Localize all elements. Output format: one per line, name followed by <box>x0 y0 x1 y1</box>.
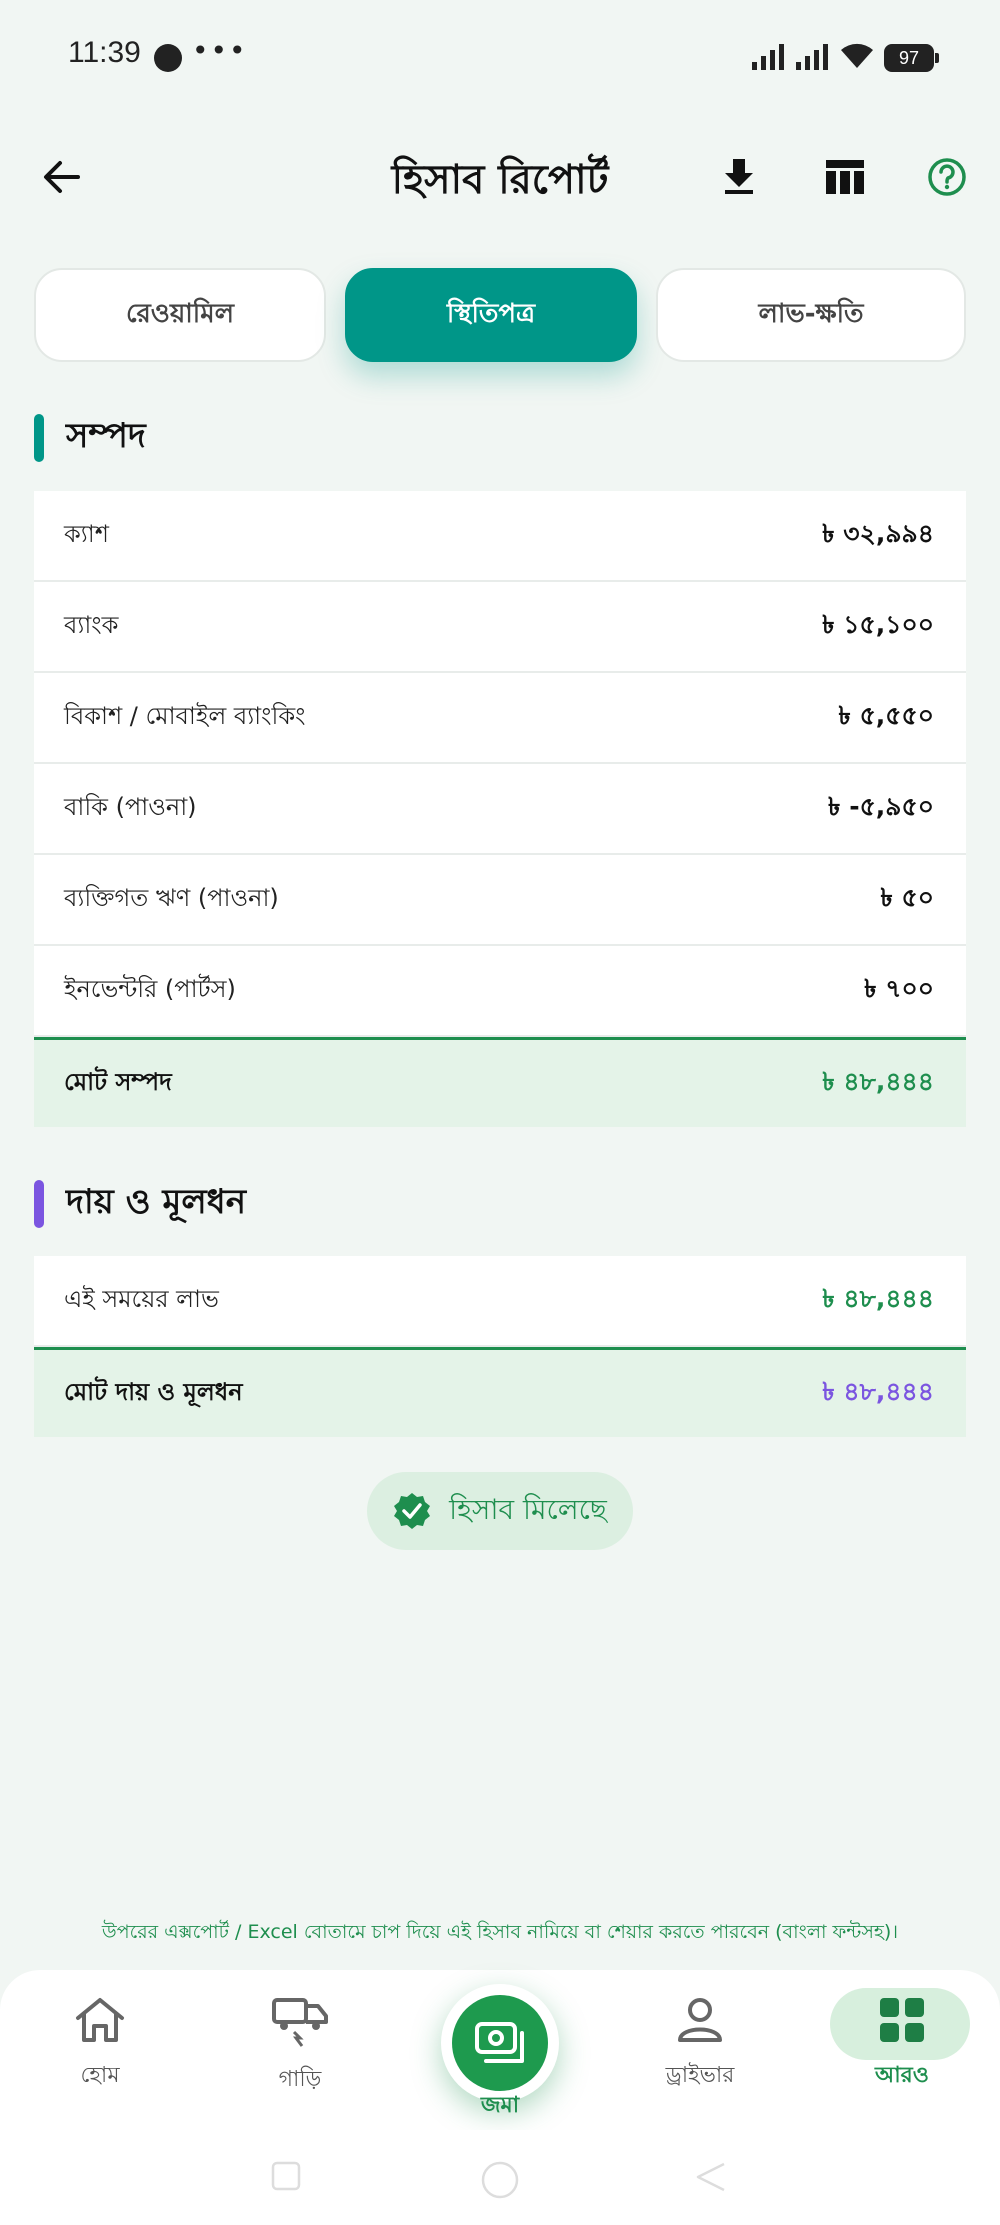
nav-label: ড্রাইভার <box>665 2063 735 2088</box>
app-header: হিসাব রিপোর্ট <box>0 130 1000 220</box>
section-accent-bar <box>34 1180 44 1228</box>
total-value: ৳ ৪৮,৪৪৪ <box>822 1377 934 1406</box>
table-row: এই সময়ের লাভ ৳ ৪৮,৪৪৪ <box>34 1256 966 1347</box>
tab-profit-loss[interactable]: লাভ-ক্ষতি <box>656 268 966 362</box>
back-triangle-icon[interactable] <box>694 2160 728 2194</box>
total-value: ৳ ৪৮,৪৪৪ <box>822 1067 934 1096</box>
row-label: বিকাশ / মোবাইল ব্যাংকিং <box>64 701 306 730</box>
row-value: ৳ ৪৮,৪৪৪ <box>822 1284 934 1313</box>
deposit-label: জমা <box>480 2093 520 2118</box>
help-circle-icon <box>928 158 966 196</box>
row-label: ক্যাশ <box>64 519 109 548</box>
home-circle-icon[interactable] <box>480 2160 520 2200</box>
total-label: মোট সম্পদ <box>64 1067 172 1096</box>
vehicle-icon <box>272 1998 328 2047</box>
liabilities-section-title: দায় ও মূলধন <box>34 1180 246 1228</box>
system-navigation <box>0 2130 1000 2225</box>
nav-vehicles[interactable]: গাড়ি <box>230 1996 370 2106</box>
assets-table: ক্যাশ ৳ ৩২,৯৯৪ ব্যাংক ৳ ১৫,১০০ বিকাশ / ম… <box>34 491 966 1127</box>
report-tabs: রেওয়ামিল স্থিতিপত্র লাভ-ক্ষতি <box>34 268 966 362</box>
row-value: ৳ ৫,৫৫০ <box>838 701 934 730</box>
table-row: ক্যাশ ৳ ৩২,৯৯৪ <box>34 491 966 582</box>
liabilities-table: এই সময়ের লাভ ৳ ৪৮,৪৪৪ মোট দায় ও মূলধন … <box>34 1256 966 1437</box>
nav-driver[interactable]: ড্রাইভার <box>630 1996 770 2106</box>
table-icon <box>826 160 864 194</box>
nav-label: হোম <box>80 2063 120 2088</box>
liabilities-total-row: মোট দায় ও মূলধন ৳ ৪৮,৪৪৪ <box>34 1347 966 1437</box>
table-row: বাকি (পাওনা) ৳ -৫,৯৫০ <box>34 764 966 855</box>
table-row: ইনভেন্টরি (পার্টস) ৳ ৭০০ <box>34 946 966 1037</box>
excel-table-button[interactable] <box>820 152 870 202</box>
signal-icon <box>752 44 784 70</box>
wifi-icon <box>841 43 873 68</box>
battery-indicator: 97 <box>884 44 939 72</box>
row-value: ৳ -৫,৯৫০ <box>828 792 934 821</box>
deposit-fab[interactable] <box>441 1984 559 2102</box>
total-label: মোট দায় ও মূলধন <box>64 1377 243 1406</box>
verified-check-icon <box>393 1492 431 1530</box>
table-row: ব্যক্তিগত ঋণ (পাওনা) ৳ ৫০ <box>34 855 966 946</box>
table-row: বিকাশ / মোবাইল ব্যাংকিং ৳ ৫,৫৫০ <box>34 673 966 764</box>
signal-icon-2 <box>796 44 828 70</box>
deposit-fab-inner <box>452 1995 548 2091</box>
balanced-badge: হিসাব মিলেছে <box>367 1472 633 1550</box>
cash-icon <box>475 2022 524 2063</box>
status-bar: 11:39 ••• 97 <box>0 0 1000 110</box>
export-hint: উপরের এক্সপোর্ট / Excel বোতামে চাপ দিয়ে… <box>101 1921 899 1943</box>
row-value: ৳ ১৫,১০০ <box>822 610 934 639</box>
row-label: ইনভেন্টরি (পার্টস) <box>64 974 236 1003</box>
messenger-icon <box>154 44 182 72</box>
section-accent-bar <box>34 414 44 462</box>
row-value: ৳ ৭০০ <box>864 974 934 1003</box>
row-value: ৳ ৫০ <box>880 883 934 912</box>
row-label: ব্যাংক <box>64 610 119 639</box>
recents-icon[interactable] <box>270 2160 302 2192</box>
download-icon <box>725 159 753 194</box>
nav-label: গাড়ি <box>278 2067 322 2092</box>
row-label: ব্যক্তিগত ঋণ (পাওনা) <box>64 883 279 912</box>
section-title-text: দায় ও মূলধন <box>66 1181 247 1222</box>
balanced-text: হিসাব মিলেছে <box>449 1492 607 1526</box>
nav-label: আরও <box>875 2063 929 2088</box>
tab-trial-balance[interactable]: রেওয়ামিল <box>34 268 326 362</box>
nav-home[interactable]: হোম <box>30 1996 170 2106</box>
table-row: ব্যাংক ৳ ১৫,১০০ <box>34 582 966 673</box>
download-button[interactable] <box>714 152 764 202</box>
person-icon <box>678 1998 722 2042</box>
section-title-text: সম্পদ <box>66 415 146 456</box>
grid-icon <box>880 1998 924 2042</box>
nav-more[interactable]: আরও <box>830 1988 972 2106</box>
more-notifications-icon: ••• <box>192 34 248 67</box>
home-icon <box>76 1998 124 2042</box>
tab-balance-sheet[interactable]: স্থিতিপত্র <box>345 268 637 362</box>
status-time: 11:39 <box>68 36 141 69</box>
row-label: বাকি (পাওনা) <box>64 792 197 821</box>
row-label: এই সময়ের লাভ <box>64 1284 219 1313</box>
assets-section-title: সম্পদ <box>34 414 146 462</box>
assets-total-row: মোট সম্পদ ৳ ৪৮,৪৪৪ <box>34 1037 966 1127</box>
row-value: ৳ ৩২,৯৯৪ <box>822 519 934 548</box>
help-button[interactable] <box>922 152 972 202</box>
